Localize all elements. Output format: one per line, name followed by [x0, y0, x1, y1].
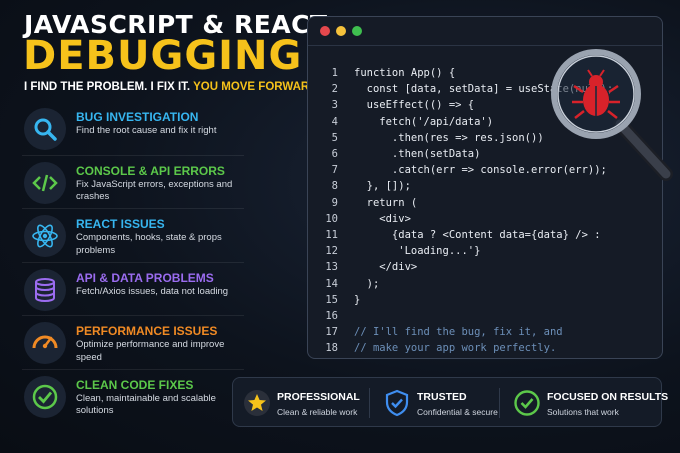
check-circle-icon: [514, 390, 540, 416]
service-item: PERFORMANCE ISSUES Optimize performance …: [22, 316, 244, 370]
code-text: .then(res => res.json()): [354, 131, 544, 144]
maximize-dot-icon: [352, 26, 362, 36]
badge-subtitle: Confidential & secure: [417, 407, 498, 417]
code-text: .then(setData): [354, 148, 481, 160]
line-number: 6: [331, 148, 338, 160]
code-text: useEffect(() => {: [354, 99, 475, 112]
close-dot-icon: [320, 26, 330, 36]
badge-separator: [499, 388, 500, 418]
line-number: 14: [325, 277, 338, 290]
service-desc: Optimize performance and improve speed: [76, 339, 225, 363]
service-desc: Find the root cause and fix it right: [76, 125, 217, 136]
line-number: 4: [331, 115, 338, 128]
line-number: 5: [331, 131, 338, 144]
line-number: 12: [325, 245, 338, 258]
line-number: 1: [331, 67, 338, 79]
service-item: REACT ISSUES Components, hooks, state & …: [22, 209, 244, 263]
code-text: }: [354, 293, 361, 306]
service-item: BUG INVESTIGATION Find the root cause an…: [22, 102, 244, 156]
service-desc: Components, hooks, state & props problem…: [76, 232, 222, 256]
line-number: 18: [325, 342, 338, 355]
minimize-dot-icon: [336, 26, 346, 36]
bug-magnifier-icon: [551, 49, 673, 181]
code-text: function App() {: [354, 67, 456, 79]
line-number: 11: [325, 229, 338, 241]
line-number: 9: [331, 196, 338, 209]
badge-title: TRUSTED: [417, 391, 467, 403]
line-number: 7: [331, 164, 338, 177]
badge-title: PROFESSIONAL: [277, 391, 360, 403]
services-list: BUG INVESTIGATION Find the root cause an…: [22, 102, 244, 423]
service-item: CONSOLE & API ERRORS Fix JavaScript erro…: [22, 156, 244, 209]
magnifier-icon: [24, 108, 66, 150]
line-number: 15: [325, 293, 338, 306]
line-number: 10: [325, 212, 338, 225]
shield-check-icon: [385, 389, 409, 417]
service-title: CONSOLE & API ERRORS: [76, 163, 225, 178]
tagline: I FIND THE PROBLEM. I FIX IT. YOU MOVE F…: [24, 81, 321, 93]
code-brackets-icon: [24, 161, 66, 204]
service-title: API & DATA PROBLEMS: [76, 270, 214, 285]
service-desc: Fetch/Axios issues, data not loading: [76, 285, 229, 297]
service-desc: Clean, maintainable and scalable solutio…: [76, 392, 216, 417]
service-desc: Fix JavaScript errors, exceptions and cr…: [76, 178, 233, 203]
service-title: BUG INVESTIGATION: [76, 110, 199, 124]
line-number: 17: [325, 326, 338, 339]
line-number: 13: [325, 261, 338, 274]
service-title: CLEAN CODE FIXES: [76, 377, 194, 392]
code-text: }, []);: [354, 180, 411, 193]
react-atom-icon: [24, 215, 66, 257]
service-title: PERFORMANCE ISSUES: [76, 324, 218, 338]
service-title: REACT ISSUES: [76, 217, 165, 231]
service-item: CLEAN CODE FIXES Clean, maintainable and…: [22, 370, 244, 424]
service-item: API & DATA PROBLEMS Fetch/Axios issues, …: [22, 263, 244, 316]
code-text: // make your app work perfectly.: [354, 342, 557, 355]
line-number: 8: [331, 180, 338, 193]
check-circle-icon: [24, 375, 66, 418]
badges-bar: PROFESSIONAL Clean & reliable work TRUST…: [232, 377, 668, 427]
code-text: fetch('/api/data'): [354, 115, 494, 128]
line-number: 16: [325, 310, 338, 322]
star-icon: [244, 390, 270, 416]
badge-title: FOCUSED ON RESULTS: [547, 391, 669, 403]
line-number: 3: [331, 99, 338, 112]
badge-subtitle: Solutions that work: [547, 407, 619, 417]
title-line2: DEBUGGING: [23, 33, 303, 79]
speedometer-icon: [24, 322, 66, 364]
code-text: </div>: [354, 261, 418, 274]
code-text: 'Loading...'}: [354, 245, 481, 258]
badge-separator: [369, 388, 370, 418]
badge-subtitle: Clean & reliable work: [277, 407, 358, 417]
code-text: {data ? <Content data={data} /> :: [354, 229, 601, 241]
tagline-part1: I FIND THE PROBLEM. I FIX IT.: [24, 81, 191, 93]
line-number: 2: [331, 83, 338, 96]
database-icon: [24, 268, 66, 311]
code-text: return (: [354, 196, 418, 209]
code-text: <div>: [354, 212, 411, 225]
code-text: // I'll find the bug, fix it, and: [354, 326, 563, 339]
window-controls: [320, 26, 362, 36]
code-text: );: [354, 277, 380, 290]
tagline-part2: YOU MOVE FORWARD.: [193, 81, 321, 93]
